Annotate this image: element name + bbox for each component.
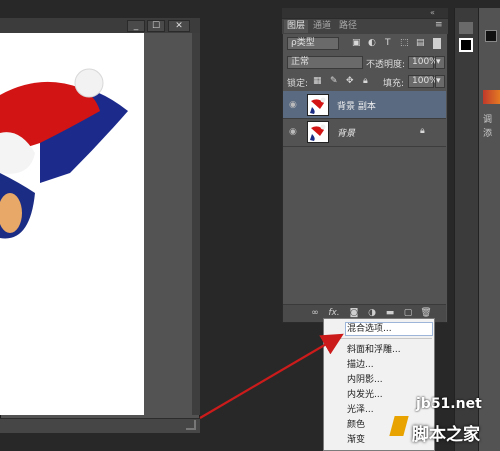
site-watermark: jb51.net 脚本之家	[389, 390, 500, 451]
annotation-arrow	[199, 333, 344, 419]
watermark-name: 脚本之家	[412, 425, 480, 445]
watermark-logo-icon	[389, 416, 409, 436]
watermark-site: jb51.net	[416, 396, 482, 412]
